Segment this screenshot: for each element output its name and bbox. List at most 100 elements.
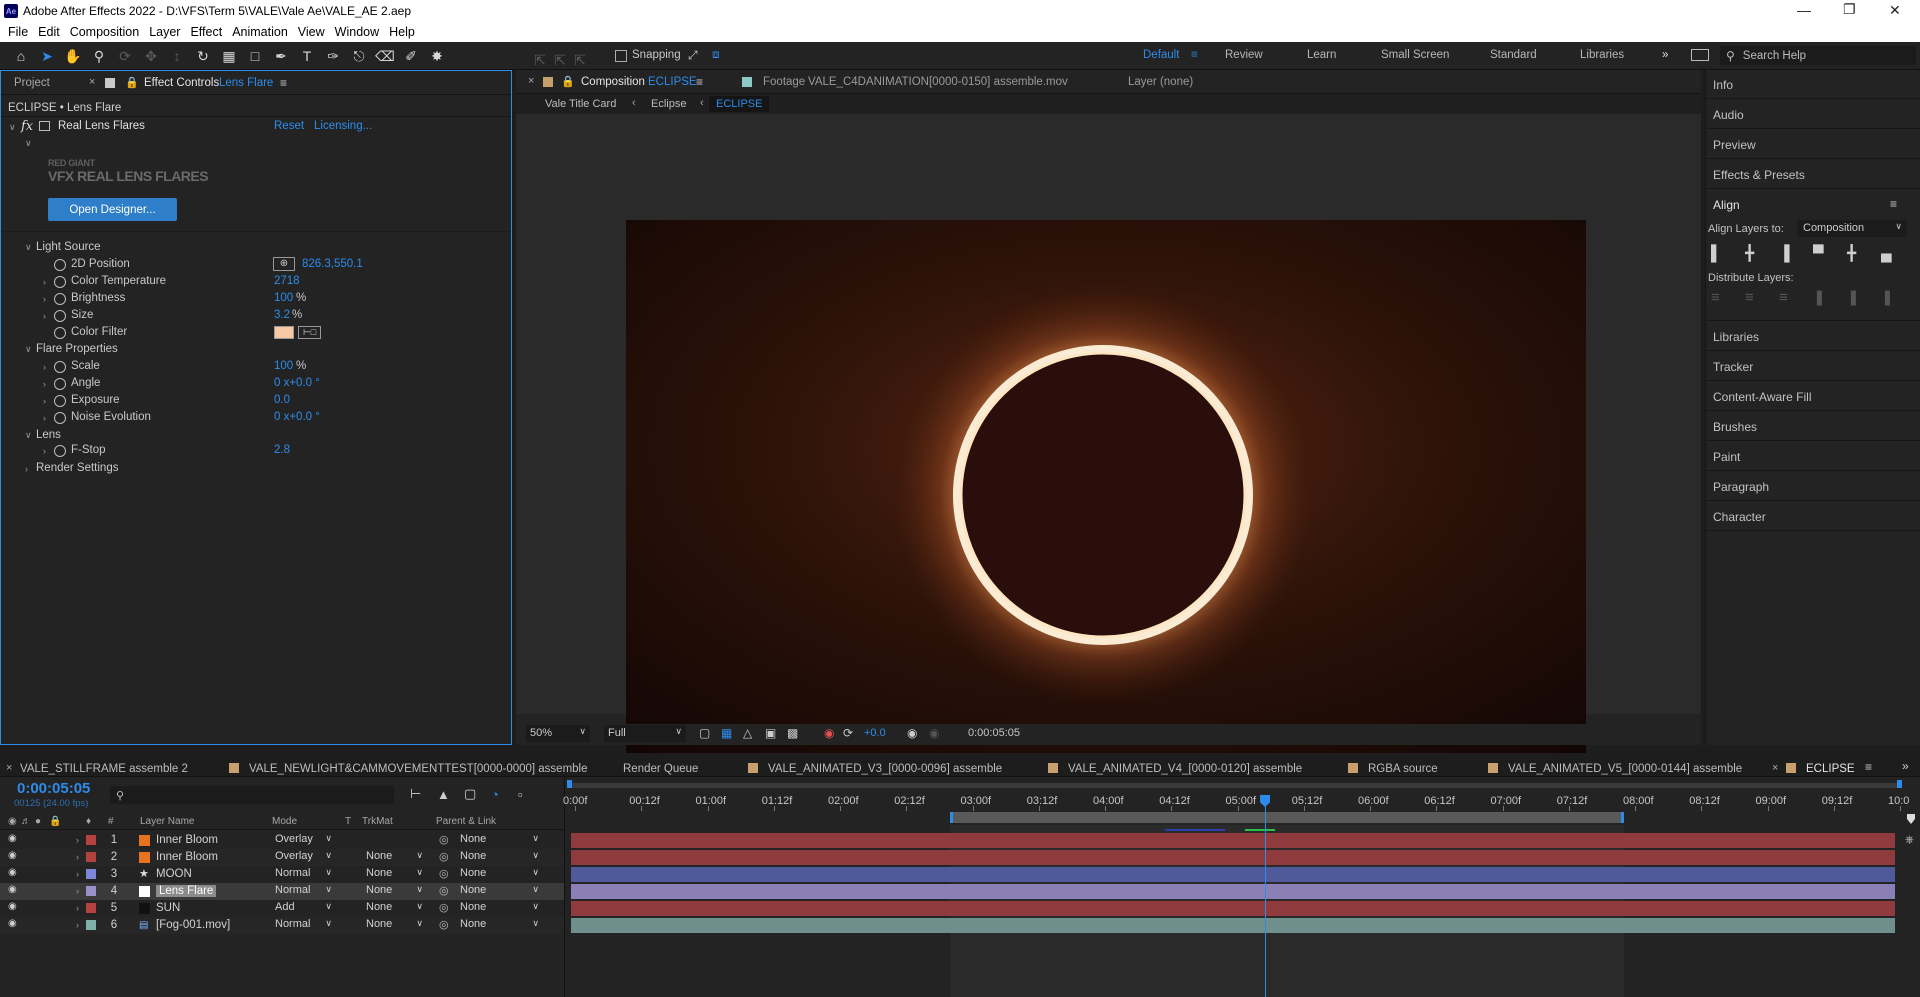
render-settings-group[interactable]: Render Settings — [36, 462, 118, 474]
comp-button-icon[interactable]: ⎈ — [1905, 834, 1914, 847]
visibility-eye-icon[interactable]: ◉ — [8, 833, 19, 844]
blend-mode-select[interactable]: Add ∨ — [272, 901, 335, 915]
rotate-tool-icon[interactable]: ↻ — [190, 44, 216, 68]
flare-properties-group[interactable]: Flare Properties — [36, 343, 118, 355]
scale-value[interactable]: 100 — [274, 360, 293, 372]
menu-composition[interactable]: Composition — [70, 25, 139, 39]
tab-vale-stillframe[interactable]: VALE_STILLFRAME assemble 2 — [20, 763, 188, 775]
fstop-expand-icon[interactable]: › — [43, 446, 46, 456]
tab-render-queue[interactable]: Render Queue — [623, 763, 698, 775]
crumb-eclipse[interactable]: Eclipse — [651, 98, 686, 110]
search-help-box[interactable]: ⚲ Search Help — [1720, 46, 1916, 65]
distribute-top-icon[interactable]: ≡ — [1711, 289, 1745, 306]
tab-vale-newlight[interactable]: VALE_NEWLIGHT&CAMMOVEMENTTEST[0000-0000]… — [229, 763, 588, 775]
tab-composition[interactable]: Composition — [581, 76, 645, 88]
workspace-review[interactable]: Review — [1225, 49, 1263, 61]
light-source-expand-icon[interactable]: ∨ — [25, 242, 32, 253]
axis-world-icon[interactable]: ⇱ — [550, 48, 570, 72]
workspace-overflow-icon[interactable]: » — [1662, 49, 1668, 61]
label-color-icon[interactable] — [86, 852, 96, 862]
parent-select[interactable]: None ∨ — [456, 867, 542, 881]
layer-name[interactable]: [Fog-001.mov] — [156, 919, 230, 931]
draft-3d-icon[interactable]: ▲ — [437, 787, 464, 802]
transparency-grid-icon[interactable]: ▦ — [721, 726, 743, 740]
lens-group[interactable]: Lens — [36, 429, 61, 441]
orbit-tool-icon[interactable]: ⟳ — [112, 44, 138, 68]
blend-mode-select[interactable]: Overlay ∨ — [272, 850, 335, 864]
open-designer-button[interactable]: Open Designer... — [48, 198, 177, 221]
pickwhip-icon[interactable]: ◎ — [439, 884, 449, 897]
lock-icon[interactable]: 🔒 — [125, 76, 139, 89]
workspace-menu-icon[interactable]: ≡ — [1191, 49, 1198, 61]
distribute-bottom-icon[interactable]: ≡ — [1779, 289, 1813, 306]
axis-local-icon[interactable]: ⇱ — [530, 48, 550, 72]
trkmat-header[interactable]: TrkMat — [362, 816, 393, 827]
workspace-libraries[interactable]: Libraries — [1580, 49, 1624, 61]
parent-header[interactable]: Parent & Link — [436, 816, 496, 827]
exposure-value[interactable]: 0.0 — [274, 394, 290, 406]
home-icon[interactable]: ⌂ — [8, 44, 34, 68]
layer-row[interactable]: ◉ › 3 ★ MOON Normal ∨ None ∨ ◎ None ∨ — [0, 866, 564, 883]
tabs-overflow-icon[interactable]: » — [1902, 759, 1909, 773]
blend-mode-select[interactable]: Normal ∨ — [272, 918, 335, 932]
brightness-expand-icon[interactable]: › — [43, 294, 46, 304]
paint-panel[interactable]: Paint — [1713, 450, 1740, 464]
motion-blur-icon[interactable]: ◔ — [491, 787, 518, 802]
align-left-icon[interactable]: ▌ — [1711, 245, 1745, 262]
align-bottom-icon[interactable]: ▄ — [1881, 245, 1915, 262]
preview-panel[interactable]: Preview — [1713, 138, 1756, 152]
layer-name[interactable]: Lens Flare — [156, 885, 217, 897]
distribute-right-icon[interactable]: ❚ — [1881, 288, 1915, 306]
angle-value[interactable]: 0 x+0.0 ° — [274, 377, 320, 389]
tab-rgba-source[interactable]: RGBA source — [1348, 763, 1438, 775]
pickwhip-icon[interactable]: ◎ — [439, 850, 449, 863]
snapping-checkbox[interactable] — [615, 50, 627, 62]
zoom-tool-icon[interactable]: ⚲ — [86, 44, 112, 68]
libraries-panel[interactable]: Libraries — [1713, 330, 1759, 344]
timeline-search-input[interactable]: ⚲ — [110, 786, 394, 804]
roto-brush-tool-icon[interactable]: ✐ — [398, 44, 424, 68]
size-value[interactable]: 3.2 — [274, 309, 290, 321]
stopwatch-icon[interactable] — [54, 412, 66, 424]
snap-target-icon[interactable]: ⧈ — [712, 47, 720, 62]
paragraph-panel[interactable]: Paragraph — [1713, 480, 1769, 494]
region-of-interest-icon[interactable]: ▣ — [765, 726, 787, 740]
comp-viewer[interactable] — [516, 114, 1701, 760]
comp-lock-icon[interactable]: 🔒 — [561, 75, 575, 88]
distribute-vcenter-icon[interactable]: ≡ — [1745, 289, 1779, 306]
snapshot-icon[interactable]: ◉ — [907, 726, 917, 740]
size-expand-icon[interactable]: › — [43, 311, 46, 321]
fx-icon[interactable]: fx — [21, 119, 33, 134]
layer-name[interactable]: MOON — [156, 868, 192, 880]
layer-duration-bar[interactable] — [571, 884, 1895, 899]
tab-vale-animated-v3[interactable]: VALE_ANIMATED_V3_[0000-0096] assemble — [748, 763, 1002, 775]
close-tab-icon[interactable]: × — [6, 762, 12, 774]
zoom-select[interactable]: 50% ∨ — [526, 725, 590, 742]
visibility-eye-icon[interactable]: ◉ — [8, 850, 19, 861]
brightness-value[interactable]: 100 — [274, 292, 293, 304]
tab-effect-controls[interactable]: Effect Controls — [144, 77, 219, 89]
pen-tool-icon[interactable]: ✒ — [268, 44, 294, 68]
timeline-menu-icon[interactable]: ≡ — [1865, 760, 1872, 774]
character-panel[interactable]: Character — [1713, 510, 1766, 524]
pickwhip-icon[interactable]: ◎ — [439, 918, 449, 931]
noise-expand-icon[interactable]: › — [43, 413, 46, 423]
layer-expand-icon[interactable]: › — [76, 869, 79, 879]
trkmat-select[interactable]: None ∨ — [358, 867, 426, 881]
restore-button[interactable]: ❐ — [1843, 1, 1856, 18]
scale-expand-icon[interactable]: › — [43, 362, 46, 372]
layer-duration-bar[interactable] — [571, 833, 1895, 848]
content-aware-fill-panel[interactable]: Content-Aware Fill — [1713, 390, 1811, 404]
layer-expand-icon[interactable]: › — [76, 835, 79, 845]
fstop-value[interactable]: 2.8 — [274, 444, 290, 456]
reset-exposure-icon[interactable]: ⟳ — [843, 726, 853, 740]
color-temp-expand-icon[interactable]: › — [43, 277, 46, 287]
layer-row[interactable]: ◉ › 4 Lens Flare Normal ∨ None ∨ ◎ None ∨ — [0, 883, 564, 900]
trkmat-select[interactable]: None ∨ — [358, 850, 426, 864]
layer-row[interactable]: ◉ › 2 Inner Bloom Overlay ∨ None ∨ ◎ None ∨ — [0, 849, 564, 866]
comp-mini-flowchart-icon[interactable]: ⊢ — [410, 786, 437, 802]
stopwatch-icon[interactable] — [54, 445, 66, 457]
pickwhip-icon[interactable]: ◎ — [439, 867, 449, 880]
mask-visibility-icon[interactable]: △ — [743, 726, 765, 740]
layer-expand-icon[interactable]: › — [76, 886, 79, 896]
